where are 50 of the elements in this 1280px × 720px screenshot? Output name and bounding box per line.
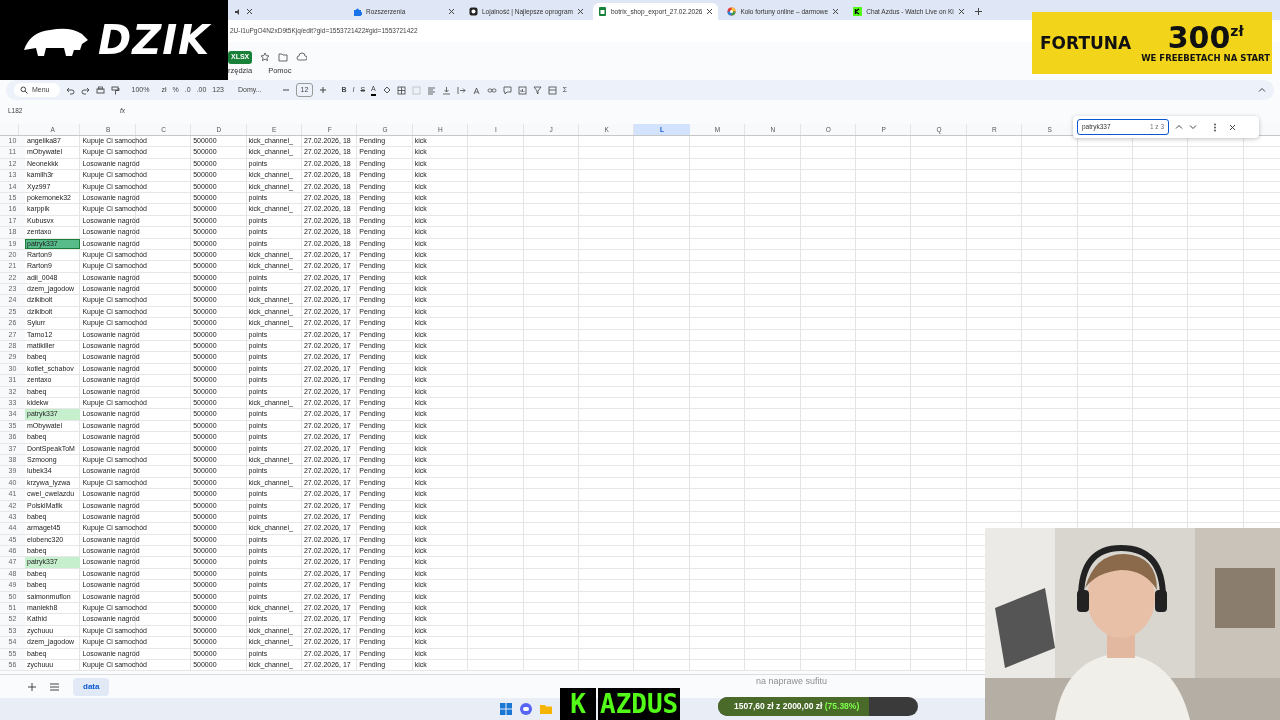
close-icon[interactable]: [706, 8, 714, 15]
logo-text: DZIK: [98, 17, 211, 63]
borders-icon[interactable]: [396, 85, 406, 95]
close-icon[interactable]: [957, 8, 965, 15]
close-icon[interactable]: [832, 8, 840, 15]
puzzle-icon: [353, 7, 362, 16]
k-logo-icon: [853, 7, 863, 16]
chevron-up-icon[interactable]: [1175, 123, 1183, 131]
comment-icon[interactable]: [502, 85, 512, 95]
color-wheel-icon: [727, 7, 737, 16]
close-icon[interactable]: [576, 8, 584, 15]
goal-percent: (75.38%): [824, 701, 860, 711]
text-rotation-icon[interactable]: [471, 85, 481, 95]
text-wrap-icon[interactable]: [456, 85, 466, 95]
more-icon[interactable]: [1213, 122, 1217, 132]
close-icon[interactable]: [448, 8, 455, 15]
chart-icon[interactable]: [517, 85, 527, 95]
print-icon[interactable]: [95, 85, 105, 95]
redo-icon[interactable]: [80, 85, 90, 95]
plus-icon[interactable]: [319, 86, 328, 94]
channel-name: AZDUS: [598, 688, 681, 720]
link-icon[interactable]: [486, 85, 497, 95]
chevron-down-icon[interactable]: [1189, 123, 1197, 131]
cloud-icon[interactable]: [296, 52, 308, 63]
close-icon[interactable]: [1229, 123, 1236, 131]
windows-logo-icon[interactable]: [500, 703, 512, 715]
undo-icon[interactable]: [65, 85, 75, 95]
filter-views-icon[interactable]: [547, 85, 557, 95]
channel-logo: K: [560, 688, 596, 720]
spreadsheet-icon: [597, 7, 607, 16]
sheet-list-icon[interactable]: [50, 682, 59, 691]
ad-brand: FORTUNA: [1040, 33, 1132, 53]
ad-currency: zł: [1230, 23, 1244, 39]
plus-icon[interactable]: [973, 7, 983, 16]
folder-icon[interactable]: [278, 52, 289, 63]
goal-caption: na naprawe sufitu: [756, 675, 828, 688]
filter-icon[interactable]: [532, 85, 542, 95]
goal-amount: 1507,60 zł z 2000,00 zł: [734, 701, 823, 711]
star-icon[interactable]: [260, 52, 271, 63]
chat-app-icon[interactable]: [520, 703, 532, 715]
close-icon[interactable]: [246, 8, 253, 15]
paint-roller-icon[interactable]: [110, 85, 120, 95]
vertical-align-icon[interactable]: [441, 85, 451, 95]
ad-amount: 300: [1167, 23, 1231, 53]
search-icon: [20, 86, 28, 94]
sheet-tab[interactable]: data: [73, 677, 110, 696]
add-sheet-icon[interactable]: [28, 682, 36, 691]
badge-icon: [469, 7, 478, 16]
ad-tagline: WE FREEBETACH NA START: [1141, 53, 1271, 63]
speaker-icon[interactable]: [234, 7, 242, 16]
